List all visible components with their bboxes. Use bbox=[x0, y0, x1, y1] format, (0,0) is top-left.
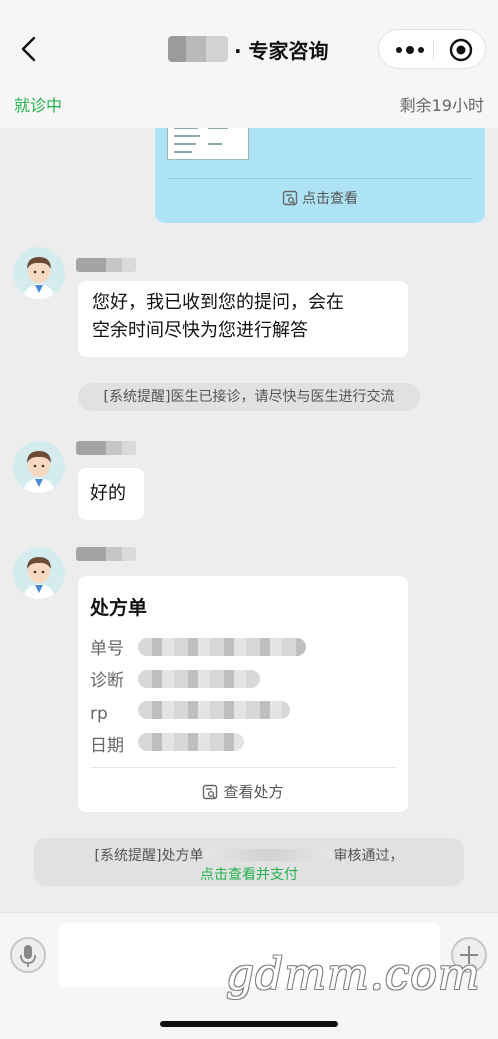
blurred-field-value bbox=[138, 638, 306, 656]
view-image-label: 点击查看 bbox=[302, 191, 358, 207]
document-search-icon bbox=[203, 784, 218, 800]
blurred-sender-name bbox=[76, 258, 136, 272]
chat-screen: 点击查看 · 专家咨询 就诊中 剩余19小时 您好，我已收到您的提问，会在 空余… bbox=[0, 0, 498, 1039]
notice-prefix: [系统提醒]处方单 bbox=[94, 848, 204, 864]
avatar[interactable] bbox=[13, 441, 65, 493]
message-bubble[interactable]: 您好，我已收到您的提问，会在 空余时间尽快为您进行解答 bbox=[78, 281, 408, 357]
message-text-line: 空余时间尽快为您进行解答 bbox=[92, 320, 308, 341]
prescription-field-label: 日期 bbox=[90, 736, 124, 756]
watermark: gdmm.com bbox=[226, 949, 481, 1000]
blurred-field-value bbox=[138, 701, 290, 719]
blurred-sender-name bbox=[76, 547, 136, 561]
mini-program-capsule bbox=[378, 29, 486, 69]
prescription-field-label: 单号 bbox=[90, 639, 124, 659]
divider bbox=[167, 178, 473, 179]
payment-notice-text: [系统提醒]处方单 审核通过， bbox=[34, 845, 464, 865]
avatar[interactable] bbox=[13, 247, 65, 299]
microphone-glyph bbox=[20, 945, 36, 967]
system-notice-text: [系统提醒]医生已接诊，请尽快与医生进行交流 bbox=[103, 389, 395, 405]
blurred-sender-name bbox=[76, 441, 136, 455]
message-bubble[interactable]: 好的 bbox=[78, 468, 144, 520]
doctor-avatar-icon bbox=[23, 557, 55, 599]
system-notice: [系统提醒]医生已接诊，请尽快与医生进行交流 bbox=[78, 383, 420, 411]
home-indicator[interactable] bbox=[160, 1021, 338, 1027]
message-text: 好的 bbox=[90, 483, 126, 504]
page-title: · 专家咨询 bbox=[168, 32, 329, 66]
doctor-avatar-icon bbox=[23, 451, 55, 493]
divider bbox=[90, 767, 396, 768]
avatar[interactable] bbox=[13, 547, 65, 599]
notice-suffix: 审核通过， bbox=[333, 848, 404, 864]
prescription-field-label: rp bbox=[90, 704, 108, 724]
view-image-link[interactable]: 点击查看 bbox=[155, 188, 485, 208]
blurred-prescription-id bbox=[203, 849, 334, 861]
payment-notice: [系统提醒]处方单 审核通过， 点击查看并支付 bbox=[34, 838, 464, 886]
doctor-avatar-icon bbox=[23, 257, 55, 299]
blurred-doctor-name bbox=[168, 36, 228, 62]
view-prescription-link[interactable]: 查看处方 bbox=[78, 778, 408, 806]
page-title-text: · 专家咨询 bbox=[234, 38, 329, 63]
remaining-time: 剩余19小时 bbox=[399, 96, 484, 115]
chevron-left-icon[interactable] bbox=[14, 33, 46, 65]
capsule-separator bbox=[433, 40, 434, 60]
view-prescription-label: 查看处方 bbox=[223, 783, 284, 801]
message-text-line: 您好，我已收到您的提问，会在 bbox=[92, 292, 344, 313]
blurred-field-value bbox=[138, 670, 260, 688]
view-and-pay-link[interactable]: 点击查看并支付 bbox=[34, 864, 464, 884]
navigation-bar: · 专家咨询 就诊中 剩余19小时 bbox=[0, 0, 498, 128]
more-dots-icon[interactable] bbox=[393, 41, 427, 59]
blurred-field-value bbox=[138, 733, 244, 751]
prescription-card[interactable]: 处方单 单号 诊断 rp 日期 查看处方 bbox=[78, 576, 408, 812]
document-search-icon bbox=[282, 190, 298, 206]
mini-program-close-icon[interactable] bbox=[449, 38, 473, 62]
prescription-field-label: 诊断 bbox=[90, 671, 124, 691]
consultation-status: 就诊中 bbox=[14, 96, 63, 115]
microphone-icon[interactable] bbox=[10, 937, 46, 973]
prescription-title: 处方单 bbox=[90, 597, 148, 619]
input-bar: gdmm.com bbox=[0, 912, 498, 1039]
